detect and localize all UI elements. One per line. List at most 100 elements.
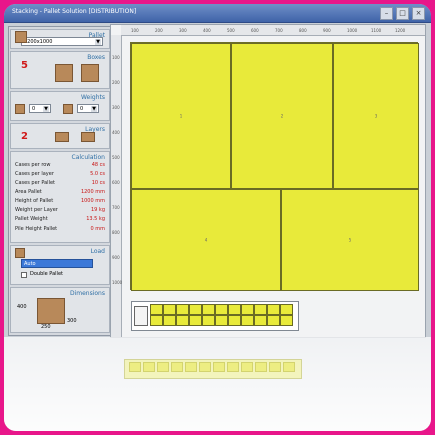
reflection-cell (185, 362, 197, 372)
reflection-cell (213, 362, 225, 372)
preview-cell (163, 304, 176, 315)
preview-thumbnail[interactable] (134, 306, 148, 326)
chevron-down-icon: ▼ (95, 39, 101, 45)
close-icon[interactable]: × (412, 7, 425, 20)
load-icon (15, 248, 25, 258)
box-icon-2[interactable] (81, 64, 99, 82)
layer-icon-1[interactable] (55, 132, 69, 142)
calc-row: Weight per Layer 19 kg (15, 207, 107, 215)
calc-row-label: Height of Pallet (15, 198, 54, 204)
reflection-cell (269, 362, 281, 372)
reflection-cell (171, 362, 183, 372)
box-label: 5 (348, 237, 352, 243)
chevron-down-icon: ▼ (91, 106, 97, 112)
dimension-label: 400 (17, 304, 27, 310)
preview-cell (215, 315, 228, 326)
reflection-strip (124, 359, 302, 379)
ruler-tick: 900 (112, 255, 120, 260)
calc-row-label: Cases per row (15, 162, 51, 168)
calc-row-label: Weight per Layer (15, 207, 58, 213)
ruler-tick: 300 (179, 28, 187, 33)
preview-cell (176, 304, 189, 315)
reflection-cell (283, 362, 295, 372)
calc-row-label: Cases per layer (15, 171, 54, 177)
preview-cell (280, 304, 293, 315)
box-3[interactable]: 3 (333, 43, 419, 189)
pallet-area[interactable]: 1 2 3 4 5 (130, 42, 419, 291)
reflection-cell (255, 362, 267, 372)
preview-cell (228, 304, 241, 315)
weight-icon-2 (63, 104, 73, 114)
calc-row: Pile Height Pallet 0 mm (15, 226, 107, 234)
preview-cell (267, 315, 280, 326)
ruler-tick: 700 (112, 205, 120, 210)
reflection-cell (199, 362, 211, 372)
preview-cell (189, 315, 202, 326)
calc-row: Cases per Pallet 10 cs (15, 180, 107, 188)
ruler-tick: 200 (155, 28, 163, 33)
preview-cell (241, 315, 254, 326)
ruler-tick: 700 (275, 28, 283, 33)
ruler-tick: 400 (112, 130, 120, 135)
preview-cell (163, 315, 176, 326)
dimensions-section-title: Dimensions (69, 290, 105, 297)
layer-icon-2[interactable] (81, 132, 95, 142)
calc-row: Cases per layer 5.0 cs (15, 171, 107, 179)
boxes-section: Boxes 5 (10, 51, 110, 89)
calc-row: Cases per row 48 cs (15, 162, 107, 170)
preview-cell (241, 304, 254, 315)
box-5[interactable]: 5 (281, 189, 419, 291)
left-panel: Pallet 1200x1000 ▼ Boxes 5 Weights 0 ▼ 0… (8, 26, 112, 336)
pallet-section: Pallet 1200x1000 ▼ (10, 29, 110, 49)
box-4[interactable]: 4 (131, 189, 281, 291)
boxes-count: 5 (21, 60, 28, 71)
calc-row-value: 19 kg (90, 207, 105, 213)
preview-cell (254, 304, 267, 315)
ruler-tick: 600 (251, 28, 259, 33)
box-label: 3 (374, 113, 378, 119)
calc-row-value: 0 mm (90, 226, 105, 232)
layers-count: 2 (21, 131, 28, 142)
box-2[interactable]: 2 (231, 43, 333, 189)
box-1[interactable]: 1 (131, 43, 231, 189)
box-icon-1[interactable] (55, 64, 73, 82)
preview-cell (228, 315, 241, 326)
ruler-tick: 300 (112, 105, 120, 110)
ruler-tick: 200 (112, 80, 120, 85)
reflection-cell (143, 362, 155, 372)
app-window: Stacking - Pallet Solution [DISTRIBUTION… (4, 4, 431, 431)
pallet-select-value: 1200x1000 (24, 39, 53, 45)
calculation-section: Calculation Cases per row 48 cs Cases per… (10, 151, 110, 243)
calc-row-value: 48 cs (91, 162, 105, 168)
ruler-tick: 900 (323, 28, 331, 33)
weight-field-2[interactable]: 0 ▼ (77, 104, 99, 113)
window-title: Stacking - Pallet Solution [DISTRIBUTION… (12, 8, 137, 15)
double-pallet-checkbox[interactable] (21, 272, 27, 278)
load-select-value: Auto (24, 261, 36, 267)
top-ruler: 100 200 300 400 500 600 700 800 900 1000… (121, 25, 425, 36)
ruler-tick: 1000 (347, 28, 358, 33)
ruler-tick: 1000 (112, 280, 123, 285)
dimensions-section: Dimensions 400 300 250 (10, 287, 110, 333)
preview-cell (150, 304, 163, 315)
load-section-title: Load (90, 248, 105, 255)
weight-field-1[interactable]: 0 ▼ (29, 104, 51, 113)
maximize-icon[interactable]: □ (396, 7, 409, 20)
pallet-canvas[interactable]: 100 200 300 400 500 600 700 800 900 1000… (110, 24, 426, 338)
minimize-icon[interactable]: – (380, 7, 393, 20)
pallet-select[interactable]: 1200x1000 ▼ (21, 37, 103, 46)
calc-row-value: 1200 mm (80, 189, 105, 195)
layer-preview[interactable] (131, 301, 299, 331)
ruler-tick: 600 (112, 180, 120, 185)
ruler-tick: 800 (112, 230, 120, 235)
reflection-cell (241, 362, 253, 372)
pallet-icon (15, 31, 27, 43)
preview-cell (189, 304, 202, 315)
reflection (4, 337, 431, 431)
ruler-tick: 1100 (371, 28, 382, 33)
ruler-tick: 800 (299, 28, 307, 33)
calculation-section-title: Calculation (71, 154, 105, 161)
load-select[interactable]: Auto (21, 259, 93, 268)
weights-section: Weights 0 ▼ 0 ▼ (10, 91, 110, 121)
left-ruler: 100 200 300 400 500 600 700 800 900 1000 (111, 35, 122, 337)
